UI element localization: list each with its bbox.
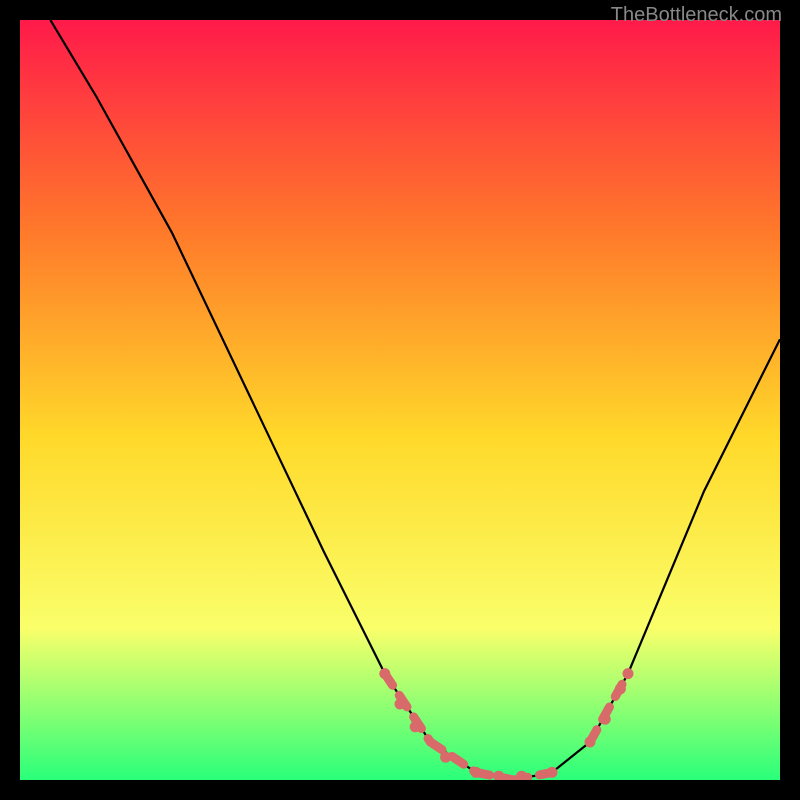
gradient-background	[20, 20, 780, 780]
highlight-point	[395, 699, 406, 710]
highlight-point	[600, 714, 611, 725]
highlight-point	[440, 752, 451, 763]
highlight-point	[471, 767, 482, 778]
watermark-text: TheBottleneck.com	[611, 4, 782, 27]
highlight-point	[615, 683, 626, 694]
highlight-point	[379, 668, 390, 679]
highlight-point	[410, 721, 421, 732]
bottleneck-chart	[20, 20, 780, 780]
highlight-point	[623, 668, 634, 679]
highlight-point	[585, 737, 596, 748]
highlight-point	[547, 767, 558, 778]
chart-area	[20, 20, 780, 780]
